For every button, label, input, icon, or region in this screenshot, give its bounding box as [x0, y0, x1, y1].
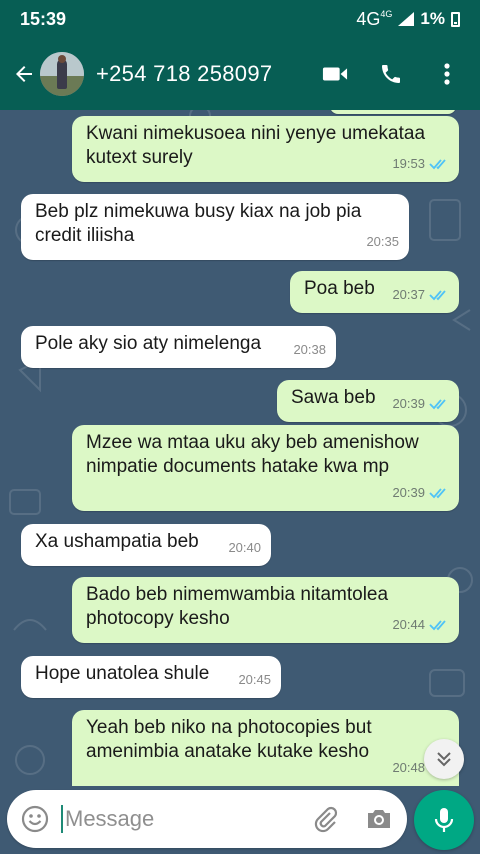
- message-meta: 20:39: [392, 481, 449, 505]
- message-text: Hope unatolea shule: [35, 663, 210, 684]
- message-meta: 20:40: [228, 540, 261, 555]
- signal-icon: [398, 12, 415, 26]
- back-button[interactable]: [8, 58, 40, 90]
- status-bar: 15:39 4G4G 1%: [0, 0, 480, 38]
- message-composer[interactable]: [7, 790, 407, 848]
- status-icons: 4G4G 1%: [356, 9, 460, 30]
- message-meta: 20:39: [392, 392, 449, 416]
- contact-name[interactable]: +254 718 258097: [96, 61, 322, 87]
- message-bubble[interactable]: Hope unatolea shule 20:45: [21, 656, 281, 698]
- voice-message-button[interactable]: [414, 790, 474, 850]
- message-bubble[interactable]: Kwani nimekusoea nini yenye umekataa kut…: [72, 116, 459, 182]
- double-check-icon: [429, 290, 446, 301]
- message-meta: 20:37: [392, 283, 449, 307]
- message-text: Mzee wa mtaa uku aky beb amenishow nimpa…: [86, 432, 419, 477]
- double-check-icon: [429, 399, 446, 410]
- more-vertical-icon: [444, 63, 450, 85]
- voice-call-button[interactable]: [378, 61, 404, 87]
- text-cursor: [61, 805, 63, 833]
- network-indicator: 4G4G: [356, 8, 393, 29]
- message-bubble[interactable]: Yeah beb niko na photocopies but amenimb…: [72, 710, 459, 786]
- message-bubble[interactable]: Bado beb nimemwambia nitamtolea photocop…: [72, 577, 459, 643]
- composer-bar: [0, 786, 480, 854]
- message-meta: 20:38: [293, 342, 326, 357]
- more-options-button[interactable]: [434, 61, 460, 87]
- double-chevron-down-icon: [437, 752, 451, 767]
- message-bubble[interactable]: Pole aky sio aty nimelenga 20:38: [21, 326, 336, 368]
- message-bubble[interactable]: Mzee wa mtaa uku aky beb amenishow nimpa…: [72, 425, 459, 511]
- header-actions: [322, 61, 460, 87]
- battery-icon: [451, 11, 460, 27]
- attach-icon[interactable]: [311, 805, 339, 833]
- message-list[interactable]: Kwani nimekusoea nini yenye umekataa kut…: [0, 110, 480, 786]
- double-check-icon: [429, 159, 446, 170]
- microphone-icon: [434, 808, 454, 832]
- double-check-icon: [429, 620, 446, 631]
- phone-icon: [382, 65, 400, 83]
- message-text: Beb plz nimekuwa busy kiax na job pia cr…: [35, 201, 362, 246]
- arrow-left-icon: [16, 66, 32, 82]
- emoji-icon[interactable]: [21, 805, 49, 833]
- double-check-icon: [429, 488, 446, 499]
- camera-icon[interactable]: [365, 805, 393, 833]
- message-meta: 20:45: [238, 672, 271, 687]
- message-meta: 20:44: [392, 613, 449, 637]
- message-bubble[interactable]: Beb plz nimekuwa busy kiax na job pia cr…: [21, 194, 409, 260]
- video-camera-icon: [322, 67, 348, 81]
- battery-percent: 1%: [420, 9, 445, 28]
- message-bubble[interactable]: Sawa beb 20:39: [277, 380, 459, 422]
- message-text: Pole aky sio aty nimelenga: [35, 333, 262, 354]
- scroll-to-bottom-button[interactable]: [424, 739, 464, 779]
- message-meta: 19:53: [392, 152, 449, 176]
- message-input[interactable]: [65, 806, 295, 832]
- chat-header: +254 718 258097: [0, 38, 480, 110]
- message-bubble[interactable]: Xa ushampatia beb 20:40: [21, 524, 271, 566]
- contact-avatar[interactable]: [40, 52, 84, 96]
- message-bubble-partial: [330, 110, 456, 114]
- video-call-button[interactable]: [322, 61, 348, 87]
- message-meta: 20:35: [366, 234, 399, 249]
- status-time: 15:39: [20, 8, 67, 29]
- message-text: Xa ushampatia beb: [35, 531, 199, 552]
- message-bubble[interactable]: Poa beb 20:37: [290, 271, 459, 313]
